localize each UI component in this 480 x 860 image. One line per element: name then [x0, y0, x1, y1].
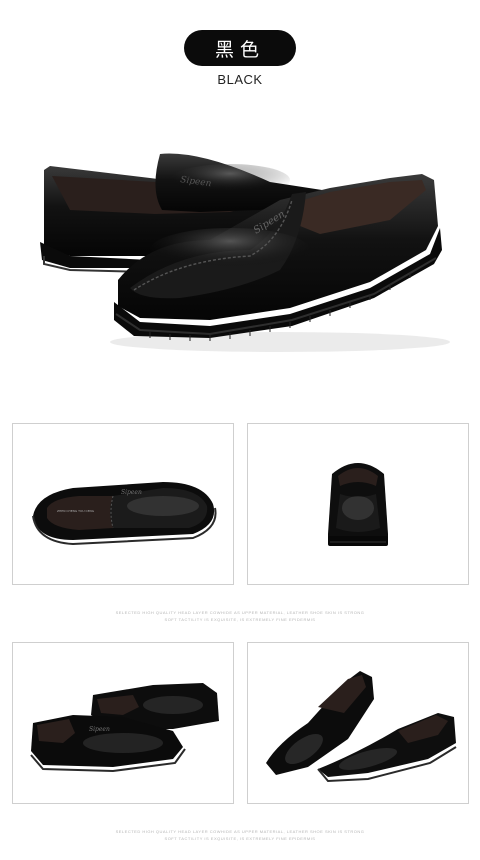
caption-line-1: SELECTED HIGH QUALITY HEAD LAYER COWHIDE…: [115, 829, 365, 834]
material-caption-2: SELECTED HIGH QUALITY HEAD LAYER COWHIDE…: [0, 828, 480, 842]
caption-line-2: SOFT TACTILITY IS EXQUISITE, IS EXTREMEL…: [164, 617, 316, 622]
shoe-rear-view-image: [328, 463, 388, 546]
caption-line-2: SOFT TACTILITY IS EXQUISITE, IS EXTREMEL…: [164, 836, 316, 841]
svg-text:Sipeen: Sipeen: [121, 489, 142, 496]
detail-image-pair-side: Sipeen: [12, 642, 234, 804]
color-name-zh: 黑色: [214, 38, 265, 61]
detail-image-pair-front: [247, 642, 469, 804]
shoe-pair-front-image: [266, 671, 457, 783]
material-caption-1: SELECTED HIGH QUALITY HEAD LAYER COWHIDE…: [0, 609, 480, 623]
shoe-top-view-image: Sipeen ZHEN CHENG TOU CENG: [32, 482, 217, 546]
color-option-pill: 黑色: [184, 30, 296, 66]
svg-text:Sipeen: Sipeen: [89, 726, 110, 733]
caption-line-1: SELECTED HIGH QUALITY HEAD LAYER COWHIDE…: [115, 610, 365, 615]
shoe-pair-side-image: Sipeen: [30, 683, 219, 773]
hero-shoe-image: Sipeen Sipeen: [40, 153, 450, 352]
color-name-en: BLACK: [217, 72, 263, 87]
detail-image-top-view: Sipeen ZHEN CHENG TOU CENG: [12, 423, 234, 585]
detail-image-rear-view: [247, 423, 469, 585]
svg-text:ZHEN CHENG TOU CENG: ZHEN CHENG TOU CENG: [57, 509, 95, 513]
